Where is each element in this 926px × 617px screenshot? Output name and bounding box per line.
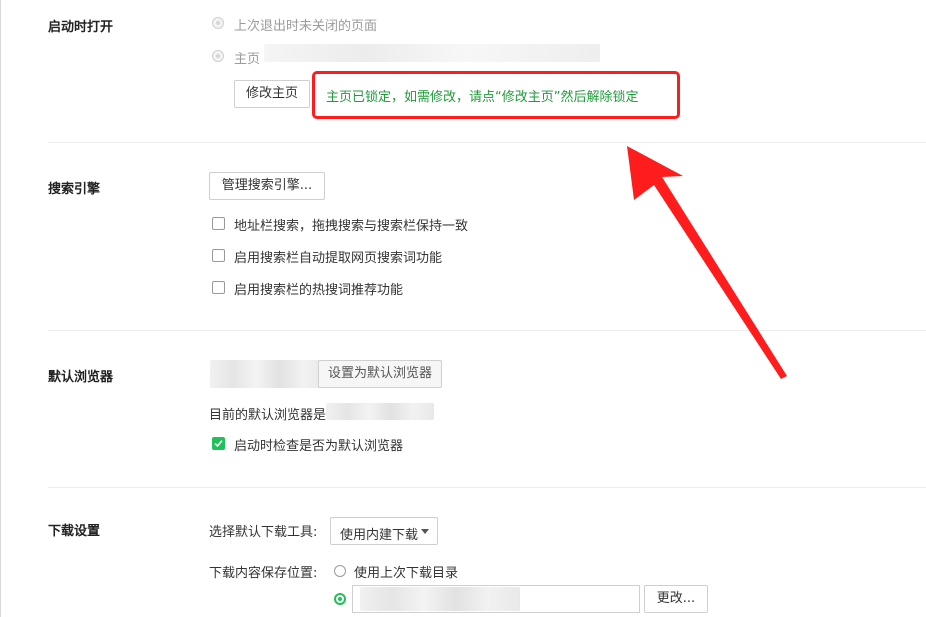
startup-section-title: 启动时打开 bbox=[48, 20, 114, 35]
search-option-label: 启用搜索栏自动提取网页搜索词功能 bbox=[234, 251, 443, 266]
check-default-on-startup-label: 启动时检查是否为默认浏览器 bbox=[234, 439, 404, 454]
modify-homepage-button[interactable]: 修改主页 bbox=[234, 80, 310, 108]
download-tool-selected: 使用内建下载 bbox=[340, 528, 419, 543]
section-divider bbox=[48, 487, 926, 488]
redacted-current-browser bbox=[326, 403, 434, 420]
search-option-label: 启用搜索栏的热搜词推荐功能 bbox=[234, 283, 404, 298]
window-edge bbox=[0, 0, 1, 617]
custom-dir-radio[interactable] bbox=[334, 593, 346, 605]
redacted-homepage-url bbox=[264, 44, 600, 62]
last-session-radio[interactable] bbox=[212, 17, 224, 29]
search-option-checkbox[interactable] bbox=[212, 281, 225, 294]
annotation-arrow-icon bbox=[627, 146, 787, 379]
chevron-down-icon bbox=[421, 529, 429, 534]
download-tool-label: 选择默认下载工具: bbox=[209, 525, 318, 540]
homepage-label: 主页 bbox=[234, 52, 261, 67]
last-dir-label: 使用上次下载目录 bbox=[354, 566, 459, 581]
homepage-radio[interactable] bbox=[212, 50, 224, 62]
redacted-download-path bbox=[360, 587, 520, 611]
download-location-label: 下载内容保存位置: bbox=[209, 566, 318, 581]
last-session-label: 上次退出时未关闭的页面 bbox=[234, 19, 378, 34]
set-default-browser-button[interactable]: 设置为默认浏览器 bbox=[318, 360, 442, 388]
last-dir-radio[interactable] bbox=[334, 565, 346, 577]
search-option-checkbox[interactable] bbox=[212, 249, 225, 262]
search-option-label: 地址栏搜索，拖拽搜索与搜索栏保持一致 bbox=[234, 219, 469, 234]
manage-search-engines-button[interactable]: 管理搜索引擎... bbox=[209, 172, 325, 200]
download-section-title: 下载设置 bbox=[48, 524, 101, 539]
check-default-on-startup-checkbox[interactable] bbox=[212, 437, 225, 450]
search-option-checkbox[interactable] bbox=[212, 217, 225, 230]
homepage-lock-notice: 主页已锁定，如需修改，请点“修改主页”然后解除锁定 bbox=[326, 90, 639, 105]
change-download-dir-button[interactable]: 更改... bbox=[644, 585, 708, 613]
download-tool-select[interactable]: 使用内建下载 bbox=[330, 517, 438, 545]
redacted-browser-name bbox=[210, 360, 326, 388]
current-default-browser-label: 目前的默认浏览器是 bbox=[209, 408, 327, 423]
checkmark-icon bbox=[214, 440, 223, 448]
default-browser-section-title: 默认浏览器 bbox=[48, 370, 114, 385]
search-section-title: 搜索引擎 bbox=[48, 182, 101, 197]
